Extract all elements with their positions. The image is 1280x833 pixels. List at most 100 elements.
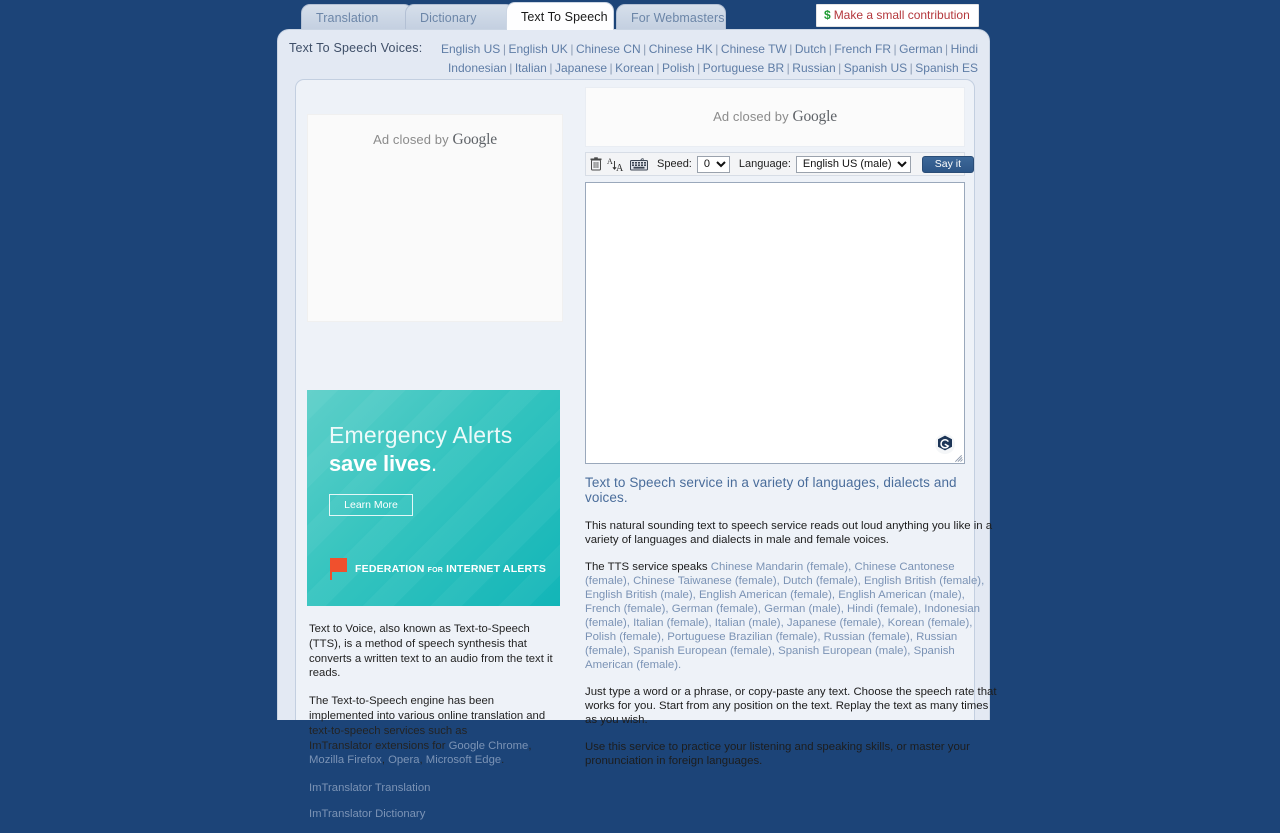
ad-closed-text: Ad closed by bbox=[373, 132, 453, 147]
banner-brand-name: FEDERATION FOR INTERNET ALERTS bbox=[355, 563, 546, 575]
google-wordmark: Google bbox=[792, 108, 837, 125]
dollar-icon: $ bbox=[824, 8, 831, 22]
voices-link-english-us[interactable]: English US bbox=[441, 42, 500, 56]
font-size-icon[interactable]: A A bbox=[607, 155, 625, 173]
link-row-dictionary: ImTranslator Dictionary bbox=[309, 807, 553, 822]
speed-label: Speed: bbox=[657, 158, 692, 170]
voices-link-portuguese-br[interactable]: Portuguese BR bbox=[703, 61, 784, 75]
speed-select[interactable]: 0 bbox=[696, 155, 730, 173]
ad-closed-notice-right: Ad closed by Google bbox=[713, 108, 837, 126]
voices-link-spanish-es[interactable]: Spanish ES bbox=[915, 61, 978, 75]
tab-label: Text To Speech bbox=[521, 10, 608, 24]
content-panel: Ad closed by Google Emergency Alerts sav… bbox=[295, 79, 997, 820]
voices-separator: | bbox=[715, 42, 719, 56]
tab-label: Translation bbox=[316, 11, 379, 25]
voices-nav-row-2: Indonesian | Italian | Japanese | Korean | Polis… bbox=[289, 59, 978, 78]
banner-subheadline: save lives. bbox=[329, 451, 437, 477]
link-mozilla-firefox[interactable]: Mozilla Firefox bbox=[309, 754, 382, 766]
voices-separator: | bbox=[549, 60, 553, 75]
voices-separator: | bbox=[828, 42, 832, 56]
voices-separator: | bbox=[697, 60, 701, 75]
left-para-2-ext: ImTranslator extensions for bbox=[309, 739, 449, 752]
voices-link-chinese-cn[interactable]: Chinese CN bbox=[576, 42, 641, 56]
voices-separator: | bbox=[789, 42, 793, 56]
voices-separator: | bbox=[502, 42, 506, 56]
voices-link-russian[interactable]: Russian bbox=[792, 61, 835, 75]
voices-separator: | bbox=[838, 60, 842, 75]
left-para-2: The Text-to-Speech engine has been imple… bbox=[309, 695, 546, 767]
google-wordmark: Google bbox=[452, 131, 497, 148]
page-shell: Text To Speech Voices: English US | Englis… bbox=[277, 29, 997, 820]
voices-link-italian[interactable]: Italian bbox=[515, 61, 547, 75]
tab-translation[interactable]: Translation bbox=[301, 4, 413, 30]
voices-link-hindi[interactable]: Hindi bbox=[951, 42, 978, 56]
voices-link-spanish-us[interactable]: Spanish US bbox=[844, 61, 907, 75]
left-column-text: Text to Voice, also known as Text-to-Spe… bbox=[309, 622, 553, 833]
tab-for-webmasters[interactable]: For Webmasters bbox=[616, 4, 726, 30]
banner-learn-more-button[interactable]: Learn More bbox=[329, 494, 413, 516]
voices-link-korean[interactable]: Korean bbox=[615, 61, 654, 75]
voices-separator: | bbox=[509, 60, 513, 75]
link-microsoft-edge[interactable]: Microsoft Edge bbox=[426, 754, 501, 766]
ad-slot-right: Ad closed by Google bbox=[585, 87, 965, 147]
link-opera[interactable]: Opera bbox=[388, 754, 419, 766]
voices-link-indonesian[interactable]: Indonesian bbox=[448, 61, 507, 75]
brand-part-small: FOR bbox=[427, 567, 443, 574]
emergency-alerts-banner[interactable]: Emergency Alerts save lives. Learn More … bbox=[307, 390, 560, 606]
keyboard-icon[interactable] bbox=[630, 155, 648, 173]
description-para-2: The TTS service speaks Chinese Mandarin … bbox=[585, 560, 999, 672]
voices-separator: | bbox=[609, 60, 613, 75]
right-column: Ad closed by Google A A Speed: 0 Languag… bbox=[585, 87, 997, 781]
left-para-2-text: The Text-to-Speech engine has been imple… bbox=[309, 695, 546, 737]
brand-part-1: FEDERATION bbox=[355, 563, 428, 575]
description-para-4: Use this service to practice your listen… bbox=[585, 741, 970, 767]
tts-toolbar: A A Speed: 0 Language: English US (male)… bbox=[585, 152, 974, 176]
voices-link-chinese-tw[interactable]: Chinese TW bbox=[721, 42, 787, 56]
tab-label: For Webmasters bbox=[631, 11, 725, 25]
make-contribution-button[interactable]: $ Make a small contribution bbox=[816, 4, 979, 27]
voices-link-dutch[interactable]: Dutch bbox=[795, 42, 826, 56]
tab-dictionary[interactable]: Dictionary bbox=[405, 4, 515, 30]
voices-link-japanese[interactable]: Japanese bbox=[555, 61, 607, 75]
trash-icon[interactable] bbox=[590, 155, 602, 173]
description-para-2-prefix: The TTS service speaks bbox=[585, 561, 711, 573]
banner-period: . bbox=[431, 451, 437, 476]
svg-text:A: A bbox=[616, 163, 624, 172]
language-label: Language: bbox=[738, 158, 791, 170]
voices-separator: | bbox=[570, 42, 574, 56]
link-row-translation: ImTranslator Translation bbox=[309, 781, 553, 796]
tts-textarea-container[interactable] bbox=[585, 182, 965, 464]
voices-separator: | bbox=[893, 42, 897, 56]
voices-link-chinese-hk[interactable]: Chinese HK bbox=[649, 42, 713, 56]
textarea-resize-handle[interactable] bbox=[952, 451, 963, 463]
tab-label: Dictionary bbox=[420, 11, 477, 25]
voices-link-french-fr[interactable]: French FR bbox=[834, 42, 891, 56]
voices-nav: Text To Speech Voices: English US | Englis… bbox=[278, 30, 989, 77]
description-para-1: This natural sounding text to speech ser… bbox=[585, 520, 993, 546]
link-imtranslator-dictionary[interactable]: ImTranslator Dictionary bbox=[309, 808, 425, 820]
left-para-1: Text to Voice, also known as Text-to-Spe… bbox=[309, 623, 553, 680]
link-google-chrome[interactable]: Google Chrome bbox=[449, 740, 529, 752]
voices-separator: | bbox=[945, 42, 949, 56]
banner-subheadline-text: save lives bbox=[329, 451, 431, 476]
voices-link-english-uk[interactable]: English UK bbox=[508, 42, 567, 56]
say-it-button[interactable]: Say it bbox=[921, 155, 974, 173]
voices-separator: | bbox=[786, 60, 790, 75]
banner-cta-label: Learn More bbox=[344, 499, 398, 511]
voices-link-german[interactable]: German bbox=[899, 42, 942, 56]
service-description: Text to Speech service in a variety of l… bbox=[585, 475, 999, 768]
voices-nav-title: Text To Speech Voices: bbox=[289, 41, 423, 55]
language-select[interactable]: English US (male) bbox=[795, 155, 911, 173]
contribution-label: Make a small contribution bbox=[833, 8, 970, 22]
flag-icon bbox=[328, 558, 348, 580]
supported-voices-list: Chinese Mandarin (female), Chinese Canto… bbox=[585, 561, 985, 671]
description-heading: Text to Speech service in a variety of l… bbox=[585, 475, 957, 505]
link-imtranslator-translation[interactable]: ImTranslator Translation bbox=[309, 782, 430, 794]
brand-part-2: INTERNET ALERTS bbox=[442, 563, 547, 575]
voices-separator: | bbox=[656, 60, 660, 75]
voices-link-polish[interactable]: Polish bbox=[662, 61, 695, 75]
ad-closed-notice-left: Ad closed by Google bbox=[373, 131, 497, 149]
banner-brand-lockup: FEDERATION FOR INTERNET ALERTS bbox=[328, 558, 546, 580]
tab-text-to-speech[interactable]: Text To Speech bbox=[506, 2, 614, 30]
description-para-3: Just type a word or a phrase, or copy-pa… bbox=[585, 686, 997, 726]
